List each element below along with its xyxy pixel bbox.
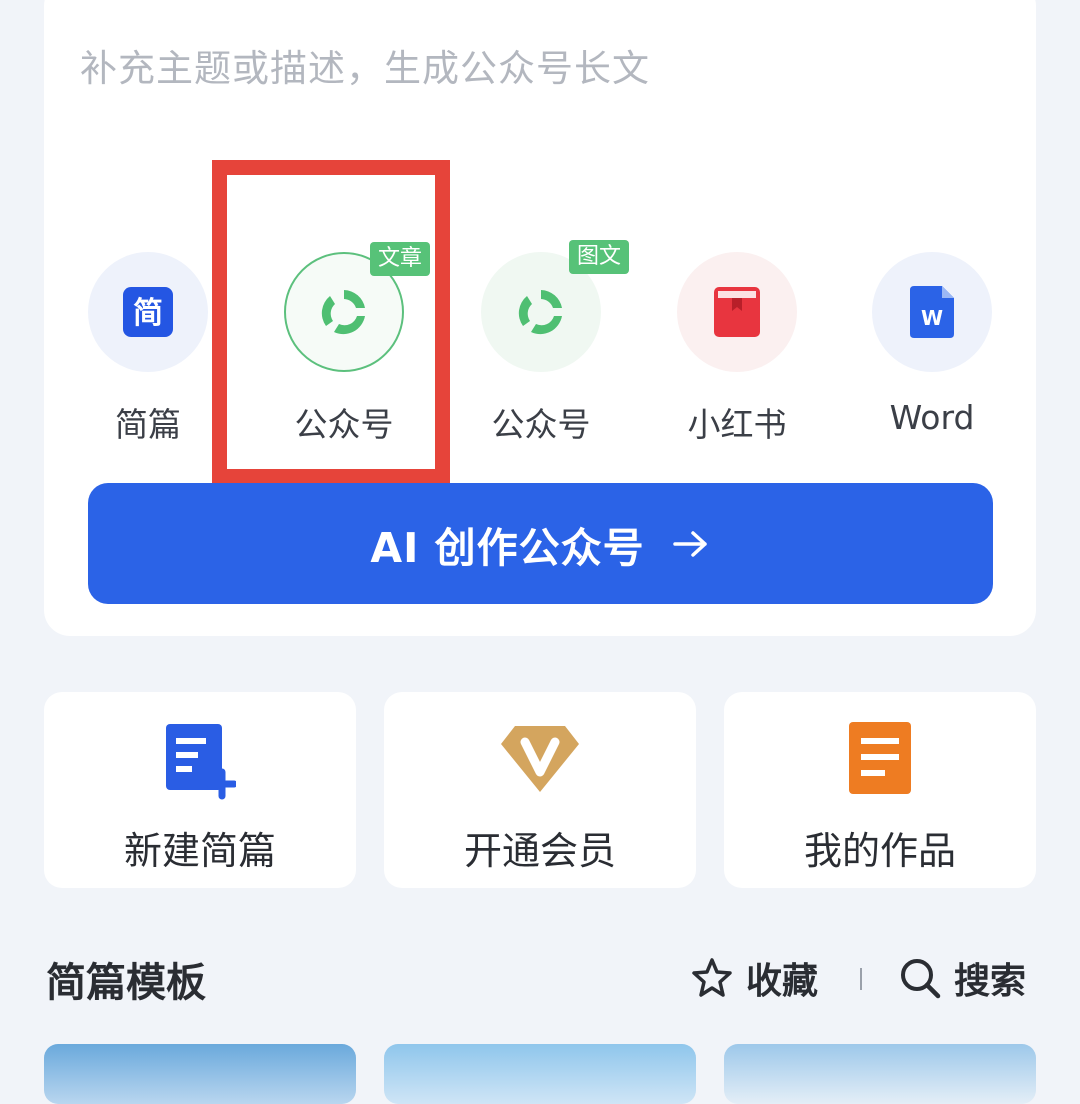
mode-icon-bg: 图文 [481, 240, 629, 372]
section-title: 简篇模板 [46, 960, 206, 1006]
mode-label: 小红书 [687, 405, 787, 444]
ai-create-label: AI 创作公众号 [370, 523, 645, 572]
mode-label: 公众号 [491, 405, 591, 444]
jianpian-app-icon: 简 [123, 287, 173, 337]
my-works-icon [849, 722, 911, 794]
mode-wechat-image-text[interactable]: 图文 公众号 [461, 240, 629, 446]
quick-vip[interactable]: 开通会员 [384, 692, 696, 888]
mode-xiaohongshu[interactable]: 小红书 [657, 252, 817, 446]
svg-text:W: W [921, 306, 943, 330]
topic-input[interactable] [80, 40, 980, 96]
favorite-label: 收藏 [746, 961, 819, 1002]
mode-icon-bg: 简 [88, 252, 208, 372]
divider [860, 968, 862, 990]
mode-label: 简篇 [115, 405, 181, 444]
selection-highlight-box [212, 160, 450, 484]
arrow-right-icon [671, 529, 711, 559]
quick-my-works[interactable]: 我的作品 [724, 692, 1036, 888]
favorite-button[interactable]: 收藏 [690, 952, 818, 1004]
search-label: 搜索 [954, 961, 1027, 1002]
quick-label: 开通会员 [463, 829, 616, 873]
word-doc-icon: W [910, 286, 954, 338]
mode-word[interactable]: W Word [852, 252, 1012, 437]
quick-label: 我的作品 [803, 829, 956, 873]
template-thumbnail[interactable] [44, 1044, 356, 1104]
mode-icon-bg: W [872, 252, 992, 372]
star-icon [692, 958, 732, 997]
template-thumbnail[interactable] [384, 1044, 696, 1104]
mode-label: Word [889, 398, 975, 437]
quick-label: 新建简篇 [123, 829, 276, 873]
vip-diamond-icon [501, 726, 579, 792]
quick-new-jianpian[interactable]: 新建简篇 [44, 692, 356, 888]
template-thumbnail[interactable] [724, 1044, 1036, 1104]
xiaohongshu-book-icon [714, 287, 760, 337]
mode-jianpian[interactable]: 简 简篇 [68, 252, 228, 446]
search-icon [901, 959, 941, 999]
ai-create-button[interactable]: AI 创作公众号 [88, 483, 993, 604]
search-button[interactable]: 搜索 [898, 952, 1026, 1004]
svg-text:简: 简 [133, 296, 163, 331]
mode-icon-bg [677, 252, 797, 372]
tag-image-text: 图文 [568, 240, 629, 274]
wechat-official-account-icon [518, 290, 562, 335]
new-document-icon [166, 724, 236, 800]
